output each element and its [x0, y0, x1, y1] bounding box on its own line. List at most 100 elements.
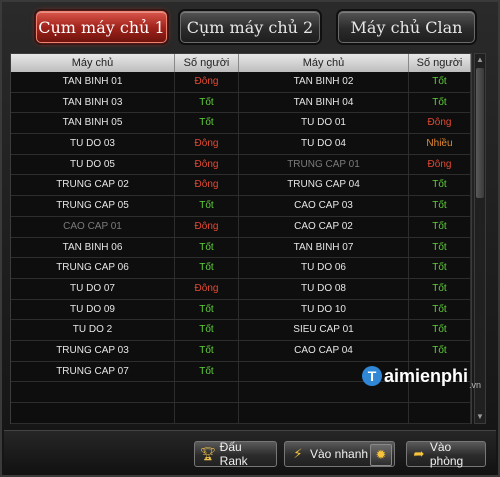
table-row[interactable]: TU DO 05 Đông TRUNG CAP 01 Đông — [11, 154, 471, 176]
server-name-cell: TRUNG CAP 07 — [11, 361, 175, 382]
server-name-cell — [11, 403, 175, 423]
server-name-cell: TU DO 07 — [11, 278, 175, 299]
quick-join-label: Vào nhanh — [310, 447, 369, 461]
server-name-cell: TRUNG CAP 04 — [239, 175, 409, 196]
scroll-down-icon[interactable]: ▼ — [475, 412, 485, 422]
server-name-cell: TRUNG CAP 02 — [11, 175, 175, 196]
server-name-cell: TRUNG CAP 05 — [11, 196, 175, 217]
server-name-cell: TRUNG CAP 03 — [11, 340, 175, 361]
player-status-cell: Tốt — [409, 278, 471, 299]
player-status-cell: Tốt — [175, 320, 239, 341]
server-name-cell: TU DO 06 — [239, 258, 409, 279]
tab-cluster-2[interactable]: Cụm máy chủ 2 — [180, 11, 320, 43]
server-name-cell: TRUNG CAP 01 — [239, 154, 409, 175]
player-status-cell: Tốt — [409, 258, 471, 279]
player-status-cell: Đông — [409, 113, 471, 134]
player-status-cell: Đông — [175, 72, 239, 92]
table-row[interactable]: TRUNG CAP 05 Tốt CAO CAP 03 Tốt — [11, 196, 471, 217]
server-name-cell — [239, 403, 409, 423]
server-name-cell: CAO CAP 02 — [239, 216, 409, 237]
table-row[interactable] — [11, 403, 471, 424]
server-name-cell: TAN BINH 07 — [239, 237, 409, 258]
player-status-cell: Tốt — [409, 340, 471, 361]
server-name-cell: TAN BINH 05 — [11, 113, 175, 134]
server-name-cell: TAN BINH 01 — [11, 72, 175, 92]
bottom-toolbar: 🏆︎ Đấu Rank ⚡︎ Vào nhanh ✹ ➦ Vào phòng — [4, 430, 496, 475]
player-status-cell: Đông — [175, 278, 239, 299]
player-status-cell: Đông — [175, 175, 239, 196]
server-name-cell: CAO CAP 03 — [239, 196, 409, 217]
server-name-cell: TU DO 05 — [11, 154, 175, 175]
player-status-cell: Nhiều — [409, 134, 471, 155]
header-server-right: Máy chủ — [239, 54, 409, 72]
tab-clan-server[interactable]: Máy chủ Clan — [338, 11, 475, 43]
server-name-cell: CAO CAP 01 — [11, 216, 175, 237]
server-name-cell: TAN BINH 06 — [11, 237, 175, 258]
table-row[interactable]: TRUNG CAP 03 Tốt CAO CAP 04 Tốt — [11, 340, 471, 362]
player-status-cell: Tốt — [409, 216, 471, 237]
ranked-match-button[interactable]: 🏆︎ Đấu Rank — [194, 440, 277, 468]
trophy-icon: 🏆︎ — [199, 446, 217, 461]
player-status-cell: Tốt — [409, 92, 471, 113]
gear-icon[interactable]: ✹ — [370, 444, 392, 466]
ranked-match-label: Đấu Rank — [219, 440, 248, 468]
header-players-left: Số người — [175, 54, 239, 72]
server-name-cell: TU DO 01 — [239, 113, 409, 134]
player-status-cell: Đông — [175, 154, 239, 175]
player-status-cell: Tốt — [175, 113, 239, 134]
player-status-cell: Đông — [175, 134, 239, 155]
watermark-logo-icon: T — [362, 366, 382, 386]
table-row[interactable]: CAO CAP 01 Đông CAO CAP 02 Tốt — [11, 216, 471, 238]
header-server-left: Máy chủ — [11, 54, 175, 72]
header-players-right: Số người — [409, 54, 471, 72]
server-name-cell: TU DO 03 — [11, 134, 175, 155]
player-status-cell: Tốt — [409, 175, 471, 196]
table-row[interactable]: TAN BINH 03 Tốt TAN BINH 04 Tốt — [11, 92, 471, 114]
table-row[interactable]: TRUNG CAP 02 Đông TRUNG CAP 04 Tốt — [11, 175, 471, 197]
table-row[interactable]: TU DO 09 Tốt TU DO 10 Tốt — [11, 299, 471, 321]
player-status-cell: Tốt — [409, 299, 471, 320]
player-status-cell — [175, 403, 239, 423]
watermark-suffix: .vn — [469, 380, 482, 390]
server-name-cell: TAN BINH 03 — [11, 92, 175, 113]
server-name-cell: TAN BINH 02 — [239, 72, 409, 92]
player-status-cell: Tốt — [175, 361, 239, 382]
arrow-right-icon: ➦ — [413, 446, 425, 461]
lightning-icon: ⚡︎ — [293, 446, 303, 461]
join-room-label: Vào phòng — [429, 440, 464, 468]
table-header: Máy chủ Số người Máy chủ Số người — [11, 54, 471, 72]
table-row[interactable]: TAN BINH 06 Tốt TAN BINH 07 Tốt — [11, 237, 471, 259]
player-status-cell: Tốt — [175, 299, 239, 320]
watermark-text: aimienphi — [384, 365, 469, 386]
table-row[interactable]: TAN BINH 01 Đông TAN BINH 02 Tốt — [11, 72, 471, 93]
watermark: T aimienphi .vn — [362, 362, 481, 390]
server-name-cell: CAO CAP 04 — [239, 340, 409, 361]
player-status-cell: Đông — [409, 154, 471, 175]
player-status-cell: Tốt — [175, 237, 239, 258]
server-name-cell — [11, 382, 175, 403]
player-status-cell: Tốt — [409, 196, 471, 217]
table-row[interactable]: TRUNG CAP 06 Tốt TU DO 06 Tốt — [11, 258, 471, 279]
server-name-cell: TU DO 08 — [239, 278, 409, 299]
player-status-cell: Tốt — [175, 258, 239, 279]
server-name-cell: TU DO 2 — [11, 320, 175, 341]
server-name-cell: TU DO 10 — [239, 299, 409, 320]
player-status-cell: Tốt — [409, 237, 471, 258]
server-name-cell: TRUNG CAP 06 — [11, 258, 175, 279]
join-room-button[interactable]: ➦ Vào phòng — [406, 440, 486, 468]
player-status-cell: Tốt — [175, 92, 239, 113]
tab-cluster-1[interactable]: Cụm máy chủ 1 — [36, 11, 167, 43]
table-row[interactable]: TU DO 07 Đông TU DO 08 Tốt — [11, 278, 471, 300]
player-status-cell: Tốt — [175, 340, 239, 361]
server-name-cell: TAN BINH 04 — [239, 92, 409, 113]
player-status-cell: Tốt — [175, 196, 239, 217]
scroll-up-icon[interactable]: ▲ — [475, 55, 485, 65]
scroll-thumb[interactable] — [476, 68, 484, 198]
table-row[interactable]: TU DO 03 Đông TU DO 04 Nhiều — [11, 134, 471, 155]
table-row[interactable]: TAN BINH 05 Tốt TU DO 01 Đông — [11, 113, 471, 135]
player-status-cell: Tốt — [409, 72, 471, 92]
quick-join-button[interactable]: ⚡︎ Vào nhanh ✹ — [284, 441, 395, 467]
server-cluster-tabs: Cụm máy chủ 1 Cụm máy chủ 2 Máy chủ Clan — [30, 11, 480, 45]
player-status-cell: Tốt — [409, 320, 471, 341]
table-row[interactable]: TU DO 2 Tốt SIEU CAP 01 Tốt — [11, 320, 471, 341]
